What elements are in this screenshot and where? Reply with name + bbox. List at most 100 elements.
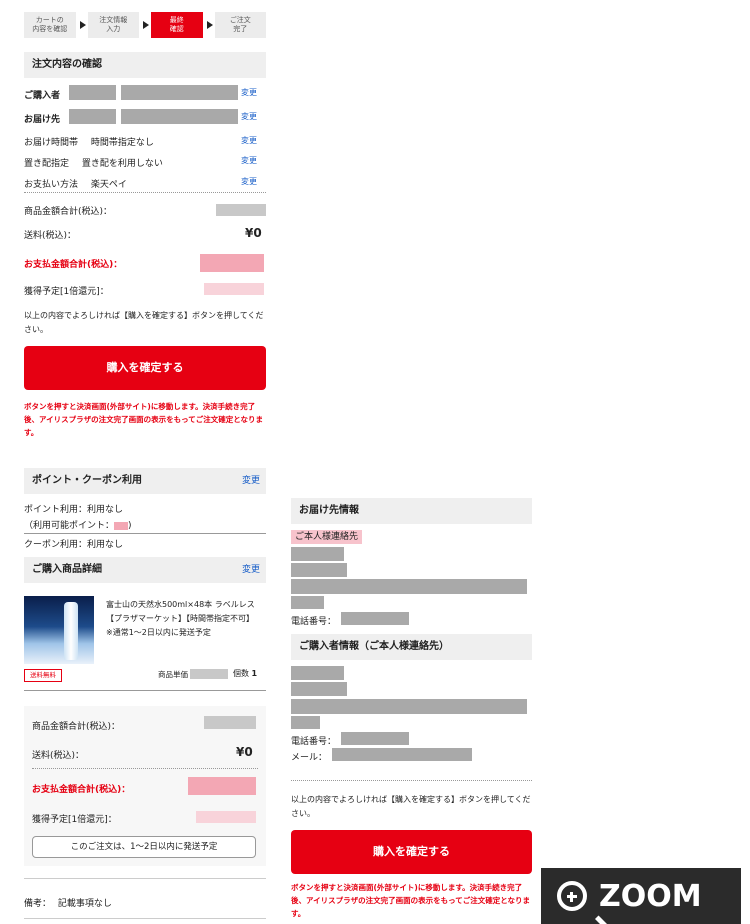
- right-confirm-instruction: 以上の内容でよろしければ【購入を確定する】ボタンを押してください。: [291, 795, 531, 818]
- delivery-phone-label: 電話番号：: [291, 617, 337, 627]
- free-shipping-badge: 送料無料: [24, 669, 62, 682]
- payment-label: お支払い方法: [24, 180, 79, 190]
- buyer-info-title-text: ご購入者情報（ご本人様連絡先）: [299, 641, 449, 652]
- buyer-phone-label: 電話番号：: [291, 737, 337, 747]
- available-points-masked: [114, 521, 129, 530]
- divider: [24, 192, 266, 193]
- summary-shipping-label: 送料(税込)：: [32, 751, 85, 761]
- shipping-schedule-box: このご注文は、1〜2日以内に発送予定: [32, 836, 256, 858]
- delivery-phone-masked: [341, 612, 409, 625]
- summary-shipping-value: ¥0: [236, 745, 253, 759]
- arrow-icon: [206, 21, 213, 29]
- remarks-row: 備考： 記載事項なし: [24, 896, 112, 909]
- buyer-info-name-masked: [291, 666, 344, 680]
- buyer-mail-masked: [332, 748, 472, 761]
- available-points-row: （利用可能ポイント：): [24, 521, 132, 531]
- edit-product-link[interactable]: 変更: [242, 557, 260, 583]
- buyer-info-building-masked: [291, 716, 320, 729]
- subtotal-masked: [216, 204, 266, 216]
- product-detail-title: ご購入商品詳細 変更: [24, 557, 266, 583]
- arrow-icon: [143, 21, 149, 29]
- product-name[interactable]: 富士山の天然水500ml×48本 ラベルレス【プラザマーケット】【時間帯指定不可…: [106, 598, 258, 640]
- summary-subtotal-label: 商品金額合計(税込)：: [32, 722, 121, 732]
- edit-points-link[interactable]: 変更: [242, 468, 260, 494]
- product-image[interactable]: [24, 596, 94, 664]
- divider: [291, 780, 532, 781]
- delivery-building-masked: [291, 596, 324, 609]
- place-value: 置き配を利用しない: [81, 159, 163, 169]
- right-confirm-purchase-button-label: 購入を確定する: [373, 845, 450, 858]
- total-label: お支払金額合計(税込)：: [24, 260, 123, 270]
- subtotal-label: 商品金額合計(税込)：: [24, 207, 113, 217]
- buyer-info-kana-masked: [291, 682, 347, 696]
- ship-to-name-masked: [69, 109, 116, 124]
- ship-to-address-masked: [121, 109, 238, 124]
- right-payment-redirect-note: ボタンを押すと決済画面(外部サイト)に移動します。決済手続き完了後、アイリスプラ…: [291, 883, 531, 918]
- place-label: 置き配指定: [24, 159, 70, 169]
- summary-points-masked: [196, 811, 256, 823]
- zoom-magnifier-icon: [557, 881, 608, 924]
- contact-badge: ご本人様連絡先: [291, 530, 363, 544]
- confirm-purchase-button[interactable]: 購入を確定する: [24, 346, 266, 390]
- right-confirm-purchase-button[interactable]: 購入を確定する: [291, 830, 532, 874]
- available-points-label: （利用可能ポイント：: [24, 521, 115, 531]
- delivery-kana-masked: [291, 563, 347, 577]
- point-use: ポイント利用：利用なし: [24, 505, 124, 515]
- qty-row: 個数 1: [233, 668, 257, 679]
- step-complete: ご注文 完了: [214, 12, 266, 38]
- zoom-button[interactable]: ZOOM: [541, 868, 741, 924]
- step-complete-line1: ご注文: [229, 16, 251, 24]
- buyer-phone-masked: [341, 732, 409, 745]
- payment-redirect-note: ボタンを押すと決済画面(外部サイト)に移動します。決済手続き完了後、アイリスプラ…: [24, 402, 264, 437]
- delivery-time-value: 時間帯指定なし: [90, 138, 154, 148]
- confirm-purchase-button-label: 購入を確定する: [106, 361, 184, 374]
- unit-price-masked: [190, 669, 228, 679]
- summary-subtotal-masked: [204, 716, 256, 729]
- delivery-info-title: お届け先情報: [291, 498, 532, 524]
- summary-total-label: お支払金額合計(税込)：: [32, 785, 131, 795]
- product-detail-title-text: ご購入商品詳細: [32, 564, 102, 575]
- edit-ship-to-link[interactable]: 変更: [241, 111, 257, 122]
- divider: [32, 768, 258, 769]
- step-cart-line2: 内容を確認: [32, 25, 68, 33]
- step-final-confirm: 最終 確認: [151, 12, 213, 38]
- delivery-address-masked: [291, 579, 527, 594]
- total-masked: [200, 254, 264, 272]
- confirm-instruction: 以上の内容でよろしければ【購入を確定する】ボタンを押してください。: [24, 311, 264, 334]
- points-masked: [204, 283, 264, 295]
- divider: [24, 533, 266, 534]
- shipping-schedule-text: このご注文は、1〜2日以内に発送予定: [70, 842, 218, 852]
- step-complete-line2: 完了: [233, 25, 248, 33]
- remarks-value: 記載事項なし: [57, 899, 112, 909]
- shipping-value: ¥0: [245, 226, 262, 240]
- delivery-time-label: お届け時間帯: [24, 138, 79, 148]
- buyer-label: ご購入者: [24, 91, 61, 101]
- step-order-info-line1: 注文情報: [99, 16, 128, 24]
- divider: [24, 690, 266, 691]
- delivery-time-row: お届け時間帯 時間帯指定なし: [24, 135, 154, 148]
- divider: [24, 918, 266, 919]
- buyer-mail-label: メール：: [291, 753, 328, 763]
- ship-to-label: お届け先: [24, 115, 61, 125]
- step-final-line1: 最終: [169, 16, 184, 24]
- step-final-line2: 確認: [169, 25, 184, 33]
- edit-place-link[interactable]: 変更: [241, 155, 257, 166]
- order-confirm-title-text: 注文内容の確認: [32, 59, 102, 70]
- remarks-label: 備考：: [24, 899, 52, 909]
- points-coupon-title-text: ポイント・クーポン利用: [32, 475, 142, 486]
- buyer-info-address-masked: [291, 699, 527, 714]
- coupon-use: クーポン利用：利用なし: [24, 540, 124, 550]
- payment-row: お支払い方法 楽天ペイ: [24, 177, 127, 190]
- edit-buyer-link[interactable]: 変更: [241, 87, 257, 98]
- payment-value: 楽天ペイ: [90, 180, 127, 190]
- edit-delivery-time-link[interactable]: 変更: [241, 135, 257, 146]
- summary-total-masked: [188, 777, 256, 795]
- place-row: 置き配指定 置き配を利用しない: [24, 156, 163, 169]
- summary-points-label: 獲得予定[1倍還元]：: [32, 815, 117, 825]
- buyer-address-masked: [121, 85, 238, 100]
- qty-label: 個数: [233, 669, 249, 678]
- edit-payment-link[interactable]: 変更: [241, 176, 257, 187]
- zoom-label: ZOOM: [599, 878, 702, 914]
- points-label: 獲得予定[1倍還元]：: [24, 287, 109, 297]
- delivery-info-title-text: お届け先情報: [299, 505, 359, 516]
